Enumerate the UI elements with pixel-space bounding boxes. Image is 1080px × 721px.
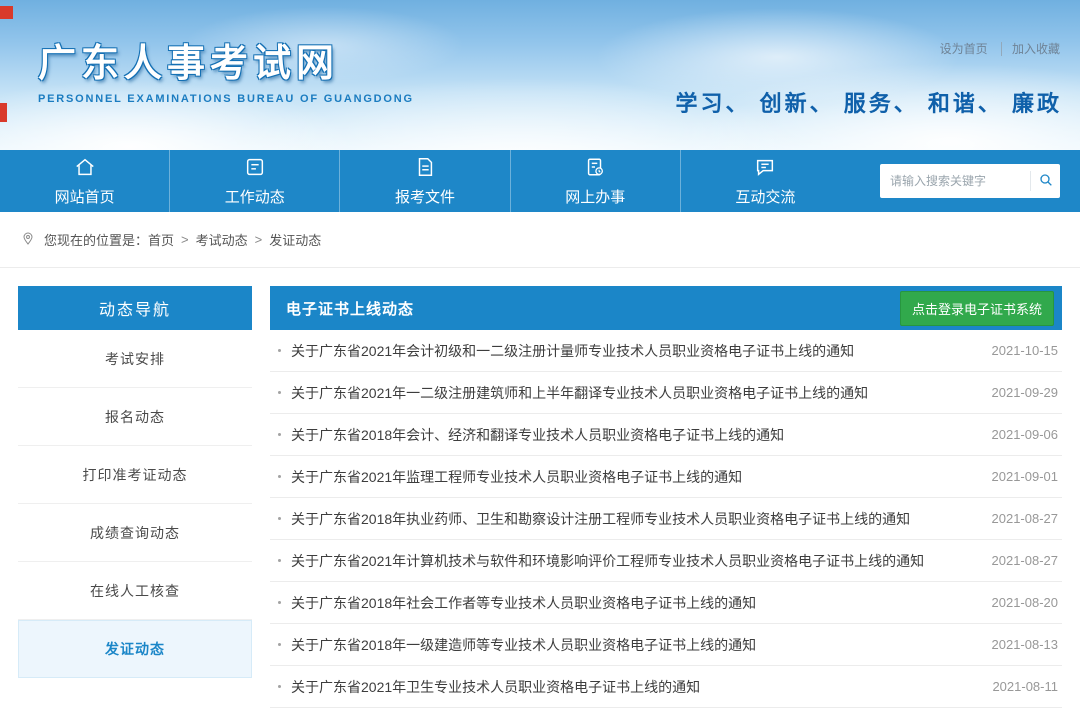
bullet-dot [278,349,281,352]
notice-link[interactable]: 关于广东省2021年会计初级和一二级注册计量师专业技术人员职业资格电子证书上线的… [291,341,854,361]
notice-link[interactable]: 关于广东省2021年一二级注册建筑师和上半年翻译专业技术人员职业资格电子证书上线… [291,383,868,403]
add-favorite-link[interactable]: 加入收藏 [1000,42,1060,56]
search-input[interactable] [890,174,1030,188]
notice-row: 关于广东省2018年一级建造师等专业技术人员职业资格电子证书上线的通知 2021… [270,624,1062,666]
notice-date: 2021-09-06 [991,427,1059,442]
nav-item-label: 报考文件 [395,188,456,206]
notice-row: 关于广东省2021年卫生专业技术人员职业资格电子证书上线的通知 2021-08-… [270,666,1062,708]
notice-link[interactable]: 关于广东省2021年计算机技术与软件和环境影响评价工程师专业技术人员职业资格电子… [291,551,924,571]
notice-date: 2021-09-01 [991,469,1059,484]
sidebar-item-certificate-issuance[interactable]: 发证动态 [18,620,252,678]
bullet-dot [278,475,281,478]
sidebar-item-admission-ticket[interactable]: 打印准考证动态 [18,446,252,504]
sidebar-item-exam-schedule[interactable]: 考试安排 [18,330,252,388]
slogan: 学习、 创新、 服务、 和谐、 廉政 [675,91,1062,116]
notice-row: 关于广东省2021年一二级注册建筑师和上半年翻译专业技术人员职业资格电子证书上线… [270,372,1062,414]
nav-item-label: 互动交流 [735,188,796,206]
document-icon [414,156,436,183]
chat-icon [754,156,776,183]
breadcrumb-exam-news[interactable]: 考试动态 [196,230,248,249]
set-homepage-link[interactable]: 设为首页 [940,42,988,56]
main-nav: 网站首页 工作动态 报考文件 网上办事 互动交流 请输入搜索关键字 [0,150,1080,212]
notice-link[interactable]: 关于广东省2021年监理工程师专业技术人员职业资格电子证书上线的通知 [291,467,742,487]
red-mark [0,6,13,19]
sidebar-item-score-query[interactable]: 成绩查询动态 [18,504,252,562]
breadcrumb: 您现在的位置是： 首页 > 考试动态 > 发证动态 [0,212,1080,268]
notice-date: 2021-08-27 [991,511,1059,526]
bullet-dot [278,601,281,604]
online-service-icon [584,156,606,183]
notice-row: 关于广东省2018年社会工作者等专业技术人员职业资格电子证书上线的通知 2021… [270,582,1062,624]
sidebar-item-registration-news[interactable]: 报名动态 [18,388,252,446]
content: 动态导航 考试安排 报名动态 打印准考证动态 成绩查询动态 在线人工核查 发证动… [0,268,1080,721]
notice-date: 2021-08-11 [992,679,1058,694]
notice-date: 2021-10-15 [991,343,1059,358]
nav-item-exam-documents[interactable]: 报考文件 [339,150,509,212]
bullet-dot [278,559,281,562]
notice-link[interactable]: 关于广东省2018年社会工作者等专业技术人员职业资格电子证书上线的通知 [291,593,756,613]
panel-header: 电子证书上线动态 点击登录电子证书系统 [270,286,1062,330]
notice-link[interactable]: 关于广东省2018年会计、经济和翻译专业技术人员职业资格电子证书上线的通知 [291,425,784,445]
bullet-dot [278,643,281,646]
notice-row: 关于广东省2021年计算机技术与软件和环境影响评价工程师专业技术人员职业资格电子… [270,540,1062,582]
notice-row: 关于广东省2021年会计初级和一二级注册计量师专业技术人员职业资格电子证书上线的… [270,330,1062,372]
page: 广东人事考试网 PERSONNEL EXAMINATIONS BUREAU OF… [0,0,1080,721]
notice-link[interactable]: 关于广东省2018年执业药师、卫生和勘察设计注册工程师专业技术人员职业资格电子证… [291,509,910,529]
breadcrumb-prefix: 您现在的位置是： [44,233,149,248]
site-subtitle: PERSONNEL EXAMINATIONS BUREAU OF GUANGDO… [38,93,414,105]
sidebar-item-manual-verification[interactable]: 在线人工核查 [18,562,252,620]
bullet-dot [278,517,281,520]
nav-items: 网站首页 工作动态 报考文件 网上办事 互动交流 [0,150,850,212]
search-box [880,164,1060,198]
notice-link[interactable]: 关于广东省2021年卫生专业技术人员职业资格电子证书上线的通知 [291,677,700,697]
header-top-links: 设为首页 加入收藏 [940,40,1060,57]
certificate-login-button[interactable]: 点击登录电子证书系统 [899,290,1054,326]
sidebar-title: 动态导航 [18,286,252,330]
nav-item-online-services[interactable]: 网上办事 [509,150,680,212]
breadcrumb-certificate-news[interactable]: 发证动态 [269,230,321,249]
nav-item-label: 工作动态 [224,188,285,206]
notice-date: 2021-08-13 [991,637,1059,652]
bullet-dot [278,391,281,394]
notice-row: 关于广东省2021年监理工程师专业技术人员职业资格电子证书上线的通知 2021-… [270,456,1062,498]
search-icon [1038,172,1054,191]
notice-date: 2021-09-29 [991,385,1059,400]
notice-date: 2021-08-20 [991,595,1059,610]
breadcrumb-separator: > [181,232,189,247]
nav-item-interaction[interactable]: 互动交流 [679,150,850,212]
sidebar: 动态导航 考试安排 报名动态 打印准考证动态 成绩查询动态 在线人工核查 发证动… [18,286,252,708]
notice-date: 2021-08-27 [991,553,1059,568]
nav-item-home[interactable]: 网站首页 [0,150,169,212]
location-icon [20,230,44,249]
site-title: 广东人事考试网 [38,43,340,85]
notice-row: 关于广东省2018年会计、经济和翻译专业技术人员职业资格电子证书上线的通知 20… [270,414,1062,456]
notice-link[interactable]: 关于广东省2018年一级建造师等专业技术人员职业资格电子证书上线的通知 [291,635,756,655]
bullet-dot [278,685,281,688]
site-header: 广东人事考试网 PERSONNEL EXAMINATIONS BUREAU OF… [0,0,1080,150]
main-panel: 电子证书上线动态 点击登录电子证书系统 关于广东省2021年会计初级和一二级注册… [270,286,1062,708]
news-icon [244,156,266,183]
panel-title: 电子证书上线动态 [286,300,415,318]
breadcrumb-separator: > [254,232,263,247]
bullet-dot [278,433,281,436]
breadcrumb-home[interactable]: 首页 [148,230,174,249]
nav-item-label: 网上办事 [565,188,626,206]
nav-item-work-news[interactable]: 工作动态 [169,150,339,212]
site-logo: 广东人事考试网 PERSONNEL EXAMINATIONS BUREAU OF… [38,32,414,105]
notice-row: 关于广东省2018年执业药师、卫生和勘察设计注册工程师专业技术人员职业资格电子证… [270,498,1062,540]
search-button[interactable] [1030,171,1054,191]
nav-item-label: 网站首页 [54,188,115,206]
red-mark [0,103,7,122]
home-icon [74,156,96,183]
